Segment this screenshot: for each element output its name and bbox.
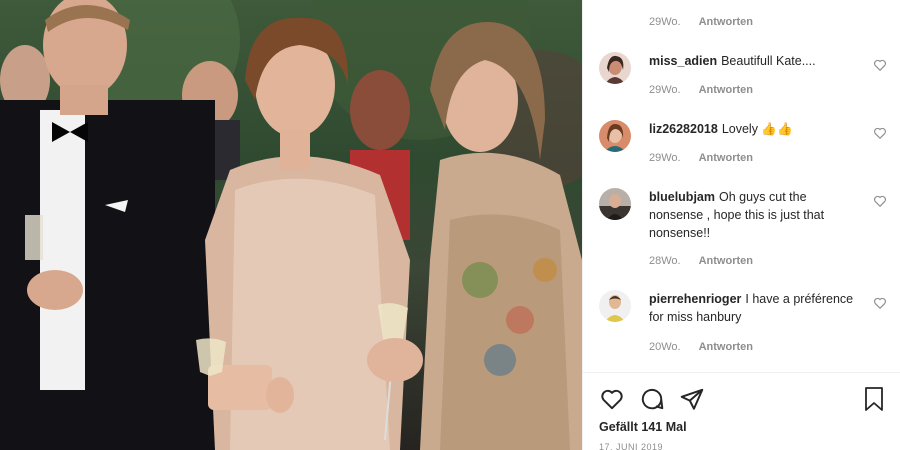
comment-meta: 29Wo. Antworten [649,84,753,96]
reply-link[interactable]: Antworten [699,255,753,267]
comment-text: pierrehenrioger I have a préférence for m… [649,290,859,326]
avatar[interactable] [599,188,631,220]
comment-username[interactable]: liz26282018 [649,122,718,136]
comment-age: 29Wo. [649,152,681,164]
avatar[interactable] [599,120,631,152]
post-date: 17. JUNI 2019 [599,442,664,450]
reply-link[interactable]: Antworten [699,16,753,28]
comment-meta: 28Wo. Antworten [649,255,753,267]
heart-icon[interactable] [599,386,625,412]
comment-content: Lovely 👍👍 [721,122,793,136]
comment-age: 29Wo. [649,16,681,28]
comment-heart-icon[interactable] [873,194,887,208]
avatar[interactable] [599,52,631,84]
comment-text: miss_adien Beautifull Kate.... [649,52,859,70]
post-action-bar [599,386,705,412]
reply-link[interactable]: Antworten [699,152,753,164]
comment-content: Beautifull Kate.... [721,54,816,68]
divider [583,372,900,373]
comment-age: 29Wo. [649,84,681,96]
photo-illustration [0,0,582,450]
comment-age: 28Wo. [649,255,681,267]
comment-age: 20Wo. [649,341,681,353]
comment-username[interactable]: miss_adien [649,54,717,68]
comment-meta: 29Wo. Antworten [649,152,753,164]
share-icon[interactable] [679,386,705,412]
likes-count[interactable]: Gefällt 141 Mal [599,420,687,434]
avatar[interactable] [599,290,631,322]
previous-comment-meta: 29Wo. Antworten [649,16,753,28]
comment-heart-icon[interactable] [873,296,887,310]
comment-heart-icon[interactable] [873,58,887,72]
comment-heart-icon[interactable] [873,126,887,140]
comment-username[interactable]: bluelubjam [649,190,715,204]
post-photo[interactable] [0,0,582,450]
avatar-image [599,52,631,84]
bookmark-icon[interactable] [862,386,886,412]
comments-panel: 29Wo. Antworten miss_adien Beautifull Kat… [582,0,900,450]
comment-text: bluelubjam Oh guys cut the nonsense , hop… [649,188,859,242]
comment-icon[interactable] [639,386,665,412]
avatar-image [599,120,631,152]
comment-username[interactable]: pierrehenrioger [649,292,741,306]
avatar-image [599,290,631,322]
avatar-image [599,188,631,220]
comment-text: liz26282018 Lovely 👍👍 [649,120,859,138]
comment-meta: 20Wo. Antworten [649,341,753,353]
reply-link[interactable]: Antworten [699,84,753,96]
reply-link[interactable]: Antworten [699,341,753,353]
